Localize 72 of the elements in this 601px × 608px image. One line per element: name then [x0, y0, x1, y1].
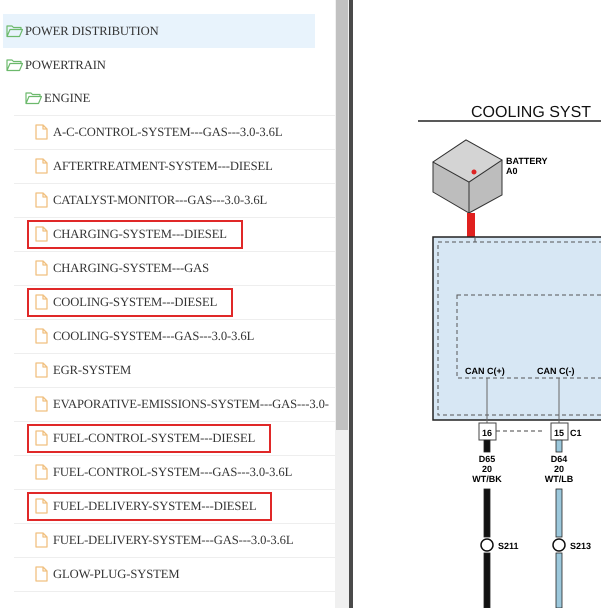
wire-color-label: WT/LB	[544, 474, 574, 484]
tree-label: POWER DISTRIBUTION	[25, 22, 159, 40]
document-icon	[35, 192, 48, 208]
document-icon	[35, 430, 48, 446]
tree-item[interactable]: CHARGING-SYSTEM---GAS	[14, 252, 335, 286]
power-wire	[467, 213, 475, 237]
tree-label: GLOW-PLUG-SYSTEM	[53, 566, 180, 584]
tree-item[interactable]: FUEL-CONTROL-SYSTEM---GAS---3.0-3.6L	[14, 456, 335, 490]
tree-item[interactable]: ENGINE	[14, 82, 335, 116]
document-icon	[35, 498, 48, 514]
folder-icon	[6, 24, 23, 38]
component-label: BATTERY	[506, 156, 548, 166]
scrollbar-thumb[interactable]	[336, 0, 348, 430]
tree-item[interactable]: FUEL-DELIVERY-SYSTEM---GAS---3.0-3.6L	[14, 524, 335, 558]
document-icon	[35, 566, 48, 582]
tree-item[interactable]: EGR-SYSTEM	[14, 354, 335, 388]
document-icon	[35, 226, 48, 242]
tree-item[interactable]: FUEL-DELIVERY-SYSTEM---DIESEL	[14, 490, 335, 524]
tree-label: CHARGING-SYSTEM---DIESEL	[53, 226, 227, 244]
tree-label: EGR-SYSTEM	[53, 362, 132, 380]
circuit-label: D65	[478, 454, 496, 464]
tree-label: FUEL-CONTROL-SYSTEM---DIESEL	[53, 430, 256, 448]
tree-item[interactable]: CATALYST-MONITOR---GAS---3.0-3.6L	[14, 184, 335, 218]
tree-item[interactable]: GLOW-PLUG-SYSTEM	[14, 558, 335, 592]
gauge-label: 20	[482, 464, 492, 474]
tree-label: CHARGING-SYSTEM---GAS	[53, 260, 210, 278]
tree-label: FUEL-CONTROL-SYSTEM---GAS---3.0-3.6L	[53, 464, 292, 482]
tree-item[interactable]: A-C-CONTROL-SYSTEM---GAS---3.0-3.6L	[14, 116, 335, 150]
tree-item[interactable]: POWERTRAIN	[3, 48, 315, 82]
tree-label: FUEL-DELIVERY-SYSTEM---DIESEL	[53, 498, 256, 516]
pin-number: 15	[554, 428, 564, 438]
document-icon	[35, 260, 48, 276]
splice-label: S211	[498, 541, 519, 551]
document-icon	[35, 362, 48, 378]
pin-number: 16	[482, 428, 492, 438]
circuit-label: D64	[550, 454, 568, 464]
diagram-title: COOLING SYST	[471, 104, 592, 121]
component-label: A0	[506, 166, 518, 176]
document-icon	[35, 328, 48, 344]
document-icon	[35, 124, 48, 140]
folder-icon	[6, 58, 23, 72]
document-icon	[35, 532, 48, 548]
tree-label: COOLING-SYSTEM---GAS---3.0-3.6L	[53, 328, 254, 346]
signal-label: CAN C(-)	[537, 366, 574, 376]
tree-label: POWERTRAIN	[25, 56, 106, 74]
signal-label: CAN C(+)	[465, 366, 505, 376]
tree-item[interactable]: EVAPORATIVE-EMISSIONS-SYSTEM---GAS---3.0-	[14, 388, 335, 422]
tree-item[interactable]: AFTERTREATMENT-SYSTEM---DIESEL	[14, 150, 335, 184]
tree-label: COOLING-SYSTEM---DIESEL	[53, 294, 218, 312]
tree-label: ENGINE	[44, 90, 90, 108]
tree-item[interactable]: COOLING-SYSTEM---GAS---3.0-3.6L	[14, 320, 335, 354]
tree-item[interactable]: CHARGING-SYSTEM---DIESEL	[14, 218, 335, 252]
document-icon	[35, 396, 48, 412]
folder-icon	[25, 91, 42, 106]
splice-circle	[552, 538, 566, 552]
splice-circle	[480, 538, 494, 552]
document-icon	[35, 158, 48, 174]
tree-item[interactable]: COOLING-SYSTEM---DIESEL	[14, 286, 335, 320]
gauge-label: 20	[554, 464, 564, 474]
document-icon	[35, 464, 48, 480]
splice-label: S213	[570, 541, 592, 551]
connector-label: C1	[570, 428, 582, 438]
wire-color-label: WT/BK	[472, 474, 502, 484]
tree-label: A-C-CONTROL-SYSTEM---GAS---3.0-3.6L	[53, 124, 282, 142]
tree-label: FUEL-DELIVERY-SYSTEM---GAS---3.0-3.6L	[53, 532, 294, 550]
tree-item[interactable]: POWER DISTRIBUTION	[3, 14, 315, 48]
tree-label: EVAPORATIVE-EMISSIONS-SYSTEM---GAS---3.0-	[53, 396, 329, 414]
document-icon	[35, 294, 48, 310]
tree-item[interactable]: FUEL-CONTROL-SYSTEM---DIESEL	[14, 422, 335, 456]
tree-label: CATALYST-MONITOR---GAS---3.0-3.6L	[53, 192, 268, 210]
pin-box	[550, 422, 568, 440]
tree-label: AFTERTREATMENT-SYSTEM---DIESEL	[53, 158, 273, 176]
